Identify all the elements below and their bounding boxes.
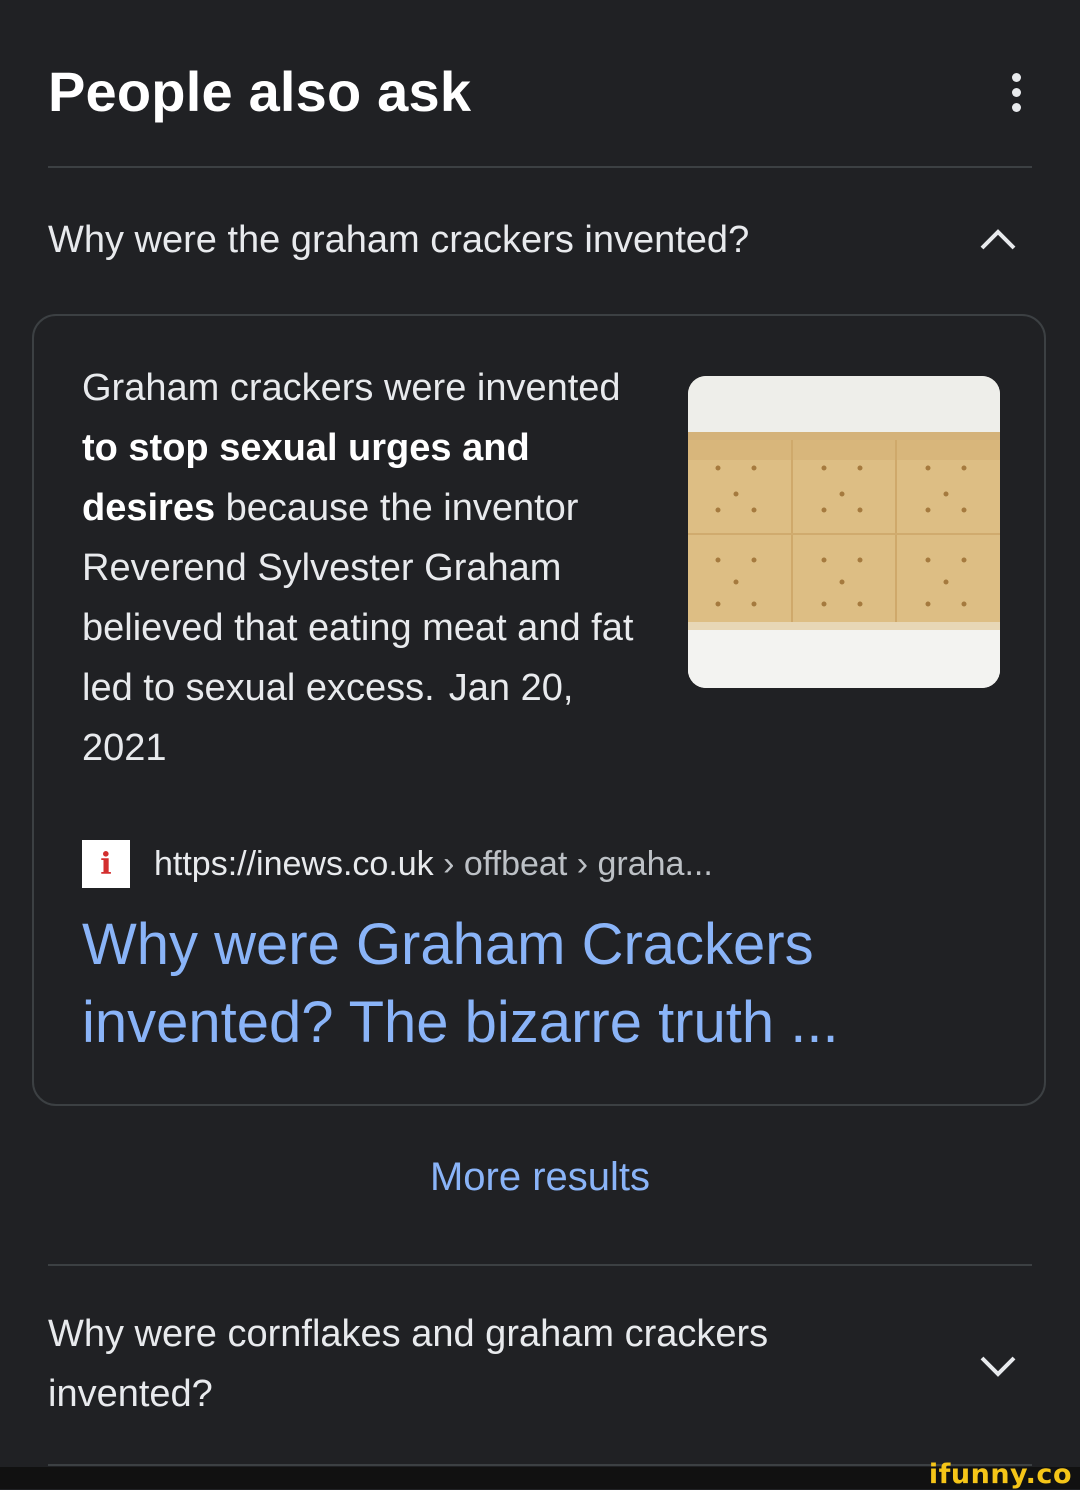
ifunny-watermark: ifunny.co	[928, 1459, 1072, 1490]
answer-card: Graham crackers were invented to stop se…	[32, 314, 1046, 1106]
inews-favicon-icon: i	[82, 840, 130, 888]
question-2-text: Why were cornflakes and graham crackers …	[48, 1313, 769, 1415]
question-1[interactable]: Why were the graham crackers invented?	[48, 210, 1032, 270]
bottom-strip	[0, 1467, 1080, 1489]
divider	[48, 1264, 1032, 1266]
source-url: https://inews.co.uk › offbeat › graha...	[154, 844, 713, 883]
graham-cracker-image[interactable]	[688, 376, 1000, 688]
source-row[interactable]: i https://inews.co.uk › offbeat › graha.…	[82, 836, 713, 892]
more-results-link[interactable]: More results	[0, 1155, 1080, 1200]
result-title-link[interactable]: Why were Graham Crackers invented? The b…	[82, 906, 982, 1062]
question-1-text: Why were the graham crackers invented?	[48, 219, 750, 261]
divider	[48, 166, 1032, 168]
chevron-up-icon[interactable]	[978, 220, 1018, 260]
divider	[48, 1464, 1032, 1466]
answer-snippet: Graham crackers were invented to stop se…	[82, 367, 634, 769]
chevron-down-icon[interactable]	[978, 1346, 1018, 1386]
section-header: People also ask	[48, 52, 1032, 132]
question-2[interactable]: Why were cornflakes and graham crackers …	[48, 1304, 1032, 1424]
more-vert-icon[interactable]	[1000, 62, 1032, 122]
section-title: People also ask	[48, 60, 472, 123]
